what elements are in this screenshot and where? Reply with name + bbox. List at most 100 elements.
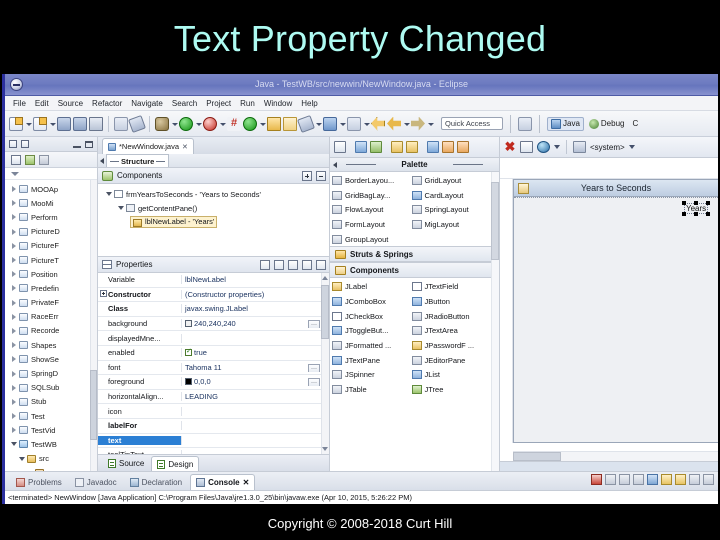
debug-dropdown-arrow-icon[interactable] (171, 117, 178, 131)
console-view-menu-icon[interactable] (689, 474, 700, 485)
new-wizard-icon[interactable] (33, 116, 47, 131)
new-dropdown-arrow-icon[interactable] (25, 117, 32, 131)
scrollbar-thumb[interactable] (491, 182, 499, 260)
tree-item[interactable]: Stub (5, 395, 97, 409)
chevron-right-icon[interactable] (11, 198, 18, 208)
tree-item[interactable]: TestVid (5, 423, 97, 437)
run-coverage-icon[interactable] (203, 116, 217, 131)
property-row-displayedmnemonic[interactable]: displayedMne... (98, 331, 329, 346)
property-row-icon[interactable]: icon ··· (98, 404, 329, 419)
palette-section-components[interactable]: Components (330, 262, 499, 279)
tree-item[interactable]: Recorde (5, 324, 97, 338)
chevron-right-icon[interactable] (11, 411, 18, 421)
chevron-right-icon[interactable] (11, 354, 18, 364)
open-console-icon[interactable] (675, 474, 686, 485)
forward-icon[interactable] (411, 116, 425, 131)
component-tree-row[interactable]: frmYearsToSeconds - 'Years to Seconds' (98, 187, 329, 201)
restore-default-icon[interactable] (288, 259, 298, 270)
palette-item-jbutton[interactable]: JButton (411, 294, 492, 309)
show-structure-icon[interactable] (370, 141, 382, 153)
property-row-labelfor[interactable]: labelFor ··· (98, 419, 329, 434)
design-preview-frame[interactable]: Years to Seconds Years (513, 179, 718, 443)
palette-item-jtextpane[interactable]: JTextPane (332, 353, 412, 368)
build-icon[interactable] (114, 116, 128, 131)
palette-item-jlist[interactable]: JList (411, 368, 492, 383)
chevron-right-icon[interactable] (11, 227, 18, 237)
expand-all-button[interactable] (302, 170, 312, 181)
property-value[interactable]: true (182, 348, 329, 357)
package-explorer-filter[interactable] (5, 168, 97, 180)
palette-item-gridbaglayout[interactable]: GridBagLay... (332, 188, 412, 203)
quick-access-input[interactable]: Quick Access (441, 117, 503, 130)
chevron-right-icon[interactable] (11, 312, 18, 322)
palette-body[interactable]: BorderLayou... GridLayout GridBagLay... … (330, 172, 499, 471)
palette-item-jcheckbox[interactable]: JCheckBox (332, 309, 412, 324)
menu-file[interactable]: File (13, 99, 26, 108)
component-tree-row-selected[interactable]: lblNewLabel - 'Years' (98, 215, 329, 229)
pin-console-icon[interactable] (647, 474, 658, 485)
new-icon[interactable] (9, 116, 23, 131)
tree-item[interactable]: SQLSub (5, 381, 97, 395)
properties-scrollbar[interactable] (321, 273, 329, 454)
run-dropdown-arrow-icon[interactable] (195, 117, 202, 131)
redo-icon[interactable] (406, 141, 418, 153)
collapse-all-icon[interactable] (11, 154, 21, 165)
property-row-background[interactable]: background 240,240,240 ··· (98, 317, 329, 332)
new-class-icon[interactable]: # (227, 116, 241, 131)
palette-scrollbar[interactable] (491, 172, 499, 471)
last-edit-location-icon[interactable] (371, 116, 385, 131)
close-icon[interactable]: ✕ (182, 143, 188, 151)
resize-handle-s[interactable] (694, 212, 699, 216)
tab-javadoc[interactable]: Javadoc (70, 474, 122, 490)
property-value[interactable]: Tahoma 11 ··· (182, 363, 329, 372)
open-font-chooser-button[interactable]: ··· (308, 363, 320, 372)
chevron-right-icon[interactable] (11, 283, 18, 293)
tab-problems[interactable]: Problems (11, 474, 67, 490)
tree-item[interactable]: PictureT (5, 253, 97, 267)
menu-navigate[interactable]: Navigate (131, 99, 163, 108)
resize-handle-sw[interactable] (682, 212, 686, 216)
package-explorer-scrollbar[interactable] (90, 180, 97, 471)
tree-item[interactable]: MOOAp (5, 182, 97, 196)
display-selected-console-icon[interactable] (661, 474, 672, 485)
package-explorer-tree[interactable]: MOOAp MooMi Perform PictureD PictureF Pi… (5, 180, 97, 471)
previous-annotation-dropdown-arrow-icon[interactable] (363, 117, 370, 131)
palette-item-jformattedtextfield[interactable]: JFormatted ... (332, 338, 412, 353)
menu-refactor[interactable]: Refactor (92, 99, 122, 108)
palette-item-gridlayout[interactable]: GridLayout (411, 173, 492, 188)
selected-jlabel[interactable]: Years (682, 201, 711, 216)
refresh-icon[interactable] (243, 116, 257, 131)
property-row-variable[interactable]: Variable lblNewLabel (98, 273, 329, 288)
scroll-up-icon[interactable] (322, 276, 328, 280)
resize-handle-se[interactable] (706, 212, 711, 216)
open-color-chooser-button[interactable]: ··· (308, 320, 320, 329)
chevron-right-icon[interactable] (11, 184, 18, 194)
chevron-down-icon[interactable] (19, 454, 26, 464)
scrollbar-thumb[interactable] (321, 285, 329, 339)
palette-item-jtree[interactable]: JTree (411, 382, 492, 397)
look-and-feel-dropdown-arrow-icon[interactable] (628, 145, 635, 149)
menu-project[interactable]: Project (206, 99, 231, 108)
property-value[interactable]: 240,240,240 ··· (182, 319, 329, 329)
delete-icon[interactable]: ✖ (504, 140, 516, 153)
chevron-right-icon[interactable] (11, 340, 18, 350)
view-close-icon[interactable] (21, 140, 29, 148)
palette-item-jtogglebutton[interactable]: JToggleBut... (332, 324, 412, 339)
minimize-icon[interactable] (73, 141, 81, 148)
expand-icon[interactable] (100, 289, 107, 297)
external-tools-icon[interactable] (297, 114, 315, 133)
next-annotation-dropdown-arrow-icon[interactable] (339, 117, 346, 131)
palette-item-cardlayout[interactable]: CardLayout (411, 188, 492, 203)
property-value[interactable]: lblNewLabel (182, 275, 329, 284)
forward-dropdown-arrow-icon[interactable] (427, 117, 434, 131)
chevron-right-icon[interactable] (11, 212, 18, 222)
properties-table[interactable]: Variable lblNewLabel Constructor (Constr… (98, 273, 329, 454)
checkbox-checked-icon[interactable] (185, 348, 192, 357)
tree-item[interactable]: Shapes (5, 338, 97, 352)
palette-item-jeditorpane[interactable]: JEditorPane (411, 353, 492, 368)
show-events-icon[interactable] (274, 259, 284, 270)
components-tree[interactable]: frmYearsToSeconds - 'Years to Seconds' g… (98, 184, 329, 257)
tree-item-testwb[interactable]: TestWB (5, 437, 97, 451)
external-tools-dropdown-arrow-icon[interactable] (315, 117, 322, 131)
show-palette-icon[interactable] (355, 141, 367, 153)
